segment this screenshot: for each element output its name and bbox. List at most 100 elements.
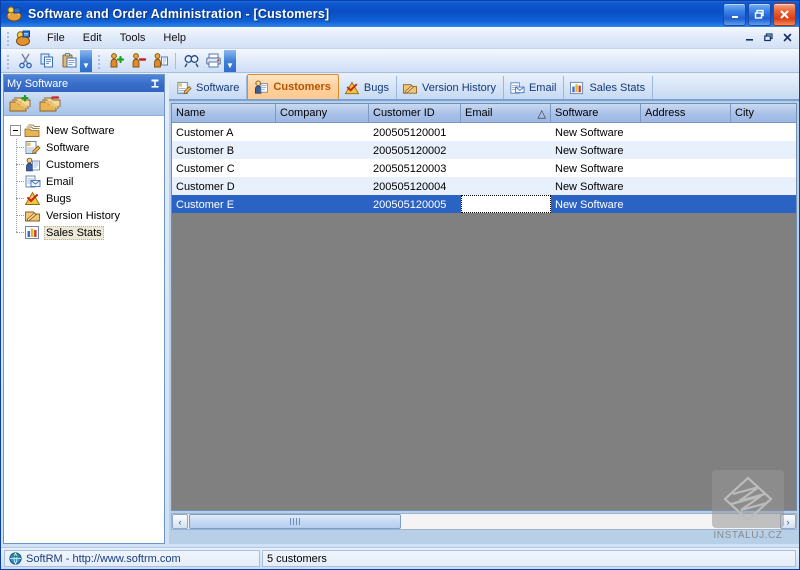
tree-root-node[interactable]: New Software xyxy=(10,122,164,139)
toolbar-overflow-button-1[interactable]: ▼ xyxy=(80,49,92,72)
menu-gripper[interactable] xyxy=(4,30,12,46)
print-icon[interactable] xyxy=(202,50,224,72)
cell-company xyxy=(276,177,369,195)
application-window: Software and Order Administration - [Cus… xyxy=(0,0,800,570)
sidebar-item-email[interactable]: Email xyxy=(16,173,164,190)
menu-item-file[interactable]: File xyxy=(38,29,74,47)
software-tree: New Software Software Customers Email Bu… xyxy=(4,116,164,543)
tab-customers[interactable]: Customers xyxy=(247,74,339,99)
tab-version-history[interactable]: Version History xyxy=(397,76,504,99)
bugs-icon xyxy=(24,191,41,206)
cell-city xyxy=(731,177,796,195)
menu-bar: File Edit Tools Help xyxy=(1,27,799,49)
cell-company xyxy=(276,159,369,177)
delete-customer-icon[interactable] xyxy=(127,50,149,72)
tab-bugs[interactable]: Bugs xyxy=(339,76,397,99)
copy-icon[interactable] xyxy=(36,50,58,72)
toolbar-gripper-2[interactable] xyxy=(95,53,103,69)
cell-address xyxy=(641,195,731,213)
cut-icon[interactable] xyxy=(14,50,36,72)
minimize-button[interactable] xyxy=(723,3,746,26)
sidebar-item-label: Version History xyxy=(46,209,120,222)
cell-software: New Software xyxy=(555,162,624,175)
caption-buttons xyxy=(723,3,796,26)
scrollbar-track[interactable] xyxy=(188,514,796,529)
toolbar-gripper-1[interactable] xyxy=(4,53,12,69)
grid-header-row: Name Company Customer ID Email △ Softwar… xyxy=(172,104,796,123)
status-bar: SoftRM - http://www.softrm.com 5 custome… xyxy=(1,547,799,569)
tab-software[interactable]: Software xyxy=(171,76,248,99)
menu-item-edit[interactable]: Edit xyxy=(74,29,111,47)
sidebar-item-sales-stats[interactable]: Sales Stats xyxy=(16,224,164,241)
menu-application-icon xyxy=(14,29,32,47)
sidebar-item-customers[interactable]: Customers xyxy=(16,156,164,173)
mdi-close-button[interactable] xyxy=(780,30,794,44)
cell-software: New Software xyxy=(555,126,624,139)
table-row[interactable]: Customer A 200505120001 New Software xyxy=(172,123,796,141)
tree-expander-icon[interactable] xyxy=(10,125,21,136)
mdi-restore-button[interactable] xyxy=(761,30,775,44)
status-count-text: 5 customers xyxy=(267,552,327,565)
pin-icon[interactable] xyxy=(148,77,161,90)
paste-icon[interactable] xyxy=(58,50,80,72)
table-row[interactable]: Customer E 200505120005 New Software xyxy=(172,195,796,213)
cell-email xyxy=(461,123,551,141)
cell-software: New Software xyxy=(555,144,624,157)
mdi-minimize-button[interactable] xyxy=(742,30,756,44)
cell-email xyxy=(461,141,551,159)
toolbar-overflow-button-2[interactable]: ▼ xyxy=(224,49,236,72)
remove-software-icon[interactable] xyxy=(38,94,64,114)
cell-email xyxy=(461,159,551,177)
grid-column-header-software[interactable]: Software xyxy=(551,104,641,122)
cell-email-editor[interactable] xyxy=(461,195,551,213)
find-icon[interactable] xyxy=(180,50,202,72)
cell-city xyxy=(731,195,796,213)
grid-column-header-email[interactable]: Email △ xyxy=(461,104,551,122)
edit-customer-icon[interactable] xyxy=(149,50,171,72)
sidebar-item-label: Bugs xyxy=(46,192,72,205)
tree-children: Software Customers Email Bugs Version Hi… xyxy=(10,139,164,241)
grid-column-header-city[interactable]: City xyxy=(731,104,796,122)
software-icon xyxy=(176,80,192,96)
column-label: Software xyxy=(555,107,599,119)
cell-company xyxy=(276,141,369,159)
cell-customer-id: 200505120002 xyxy=(373,144,447,157)
status-count-panel: 5 customers xyxy=(262,550,796,567)
grid-column-header-company[interactable]: Company xyxy=(276,104,369,122)
cell-address xyxy=(641,123,731,141)
cell-name: Customer B xyxy=(176,144,235,157)
scroll-right-button[interactable]: › xyxy=(780,514,796,529)
customers-icon xyxy=(253,79,269,95)
grid-column-header-name[interactable]: Name xyxy=(172,104,276,122)
sidebar-item-label: Software xyxy=(46,141,90,154)
column-label: Name xyxy=(176,107,206,119)
customers-grid[interactable]: Name Company Customer ID Email △ Softwar… xyxy=(171,103,797,511)
restore-button[interactable] xyxy=(748,3,771,26)
column-label: Customer ID xyxy=(373,107,435,119)
customers-form: Software Customers Bugs Version History … xyxy=(169,74,799,544)
scrollbar-thumb[interactable] xyxy=(189,514,401,529)
status-link-panel[interactable]: SoftRM - http://www.softrm.com xyxy=(4,550,260,567)
sidebar-item-software[interactable]: Software xyxy=(16,139,164,156)
table-row[interactable]: Customer B 200505120002 New Software xyxy=(172,141,796,159)
table-row[interactable]: Customer C 200505120003 New Software xyxy=(172,159,796,177)
table-row[interactable]: Customer D 200505120004 New Software xyxy=(172,177,796,195)
email-icon xyxy=(24,174,41,189)
close-button[interactable] xyxy=(773,3,796,26)
scroll-left-button[interactable]: ‹ xyxy=(172,514,188,529)
sales-stats-icon xyxy=(569,80,585,96)
tab-sales-stats[interactable]: Sales Stats xyxy=(564,76,654,99)
grid-column-header-address[interactable]: Address xyxy=(641,104,731,122)
grid-column-header-customer-id[interactable]: Customer ID xyxy=(369,104,461,122)
sort-ascending-icon: △ xyxy=(537,107,546,120)
tab-email[interactable]: Email xyxy=(504,76,565,99)
sidebar-item-version-history[interactable]: Version History xyxy=(16,207,164,224)
sidebar-item-bugs[interactable]: Bugs xyxy=(16,190,164,207)
grid-horizontal-scrollbar[interactable]: ‹ › xyxy=(171,513,797,530)
title-bar: Software and Order Administration - [Cus… xyxy=(1,1,799,27)
add-customer-icon[interactable] xyxy=(105,50,127,72)
add-software-icon[interactable] xyxy=(8,94,34,114)
sidebar-panel: My Software New Software Software Custom… xyxy=(3,74,165,544)
menu-item-tools[interactable]: Tools xyxy=(111,29,155,47)
menu-item-help[interactable]: Help xyxy=(154,29,195,47)
